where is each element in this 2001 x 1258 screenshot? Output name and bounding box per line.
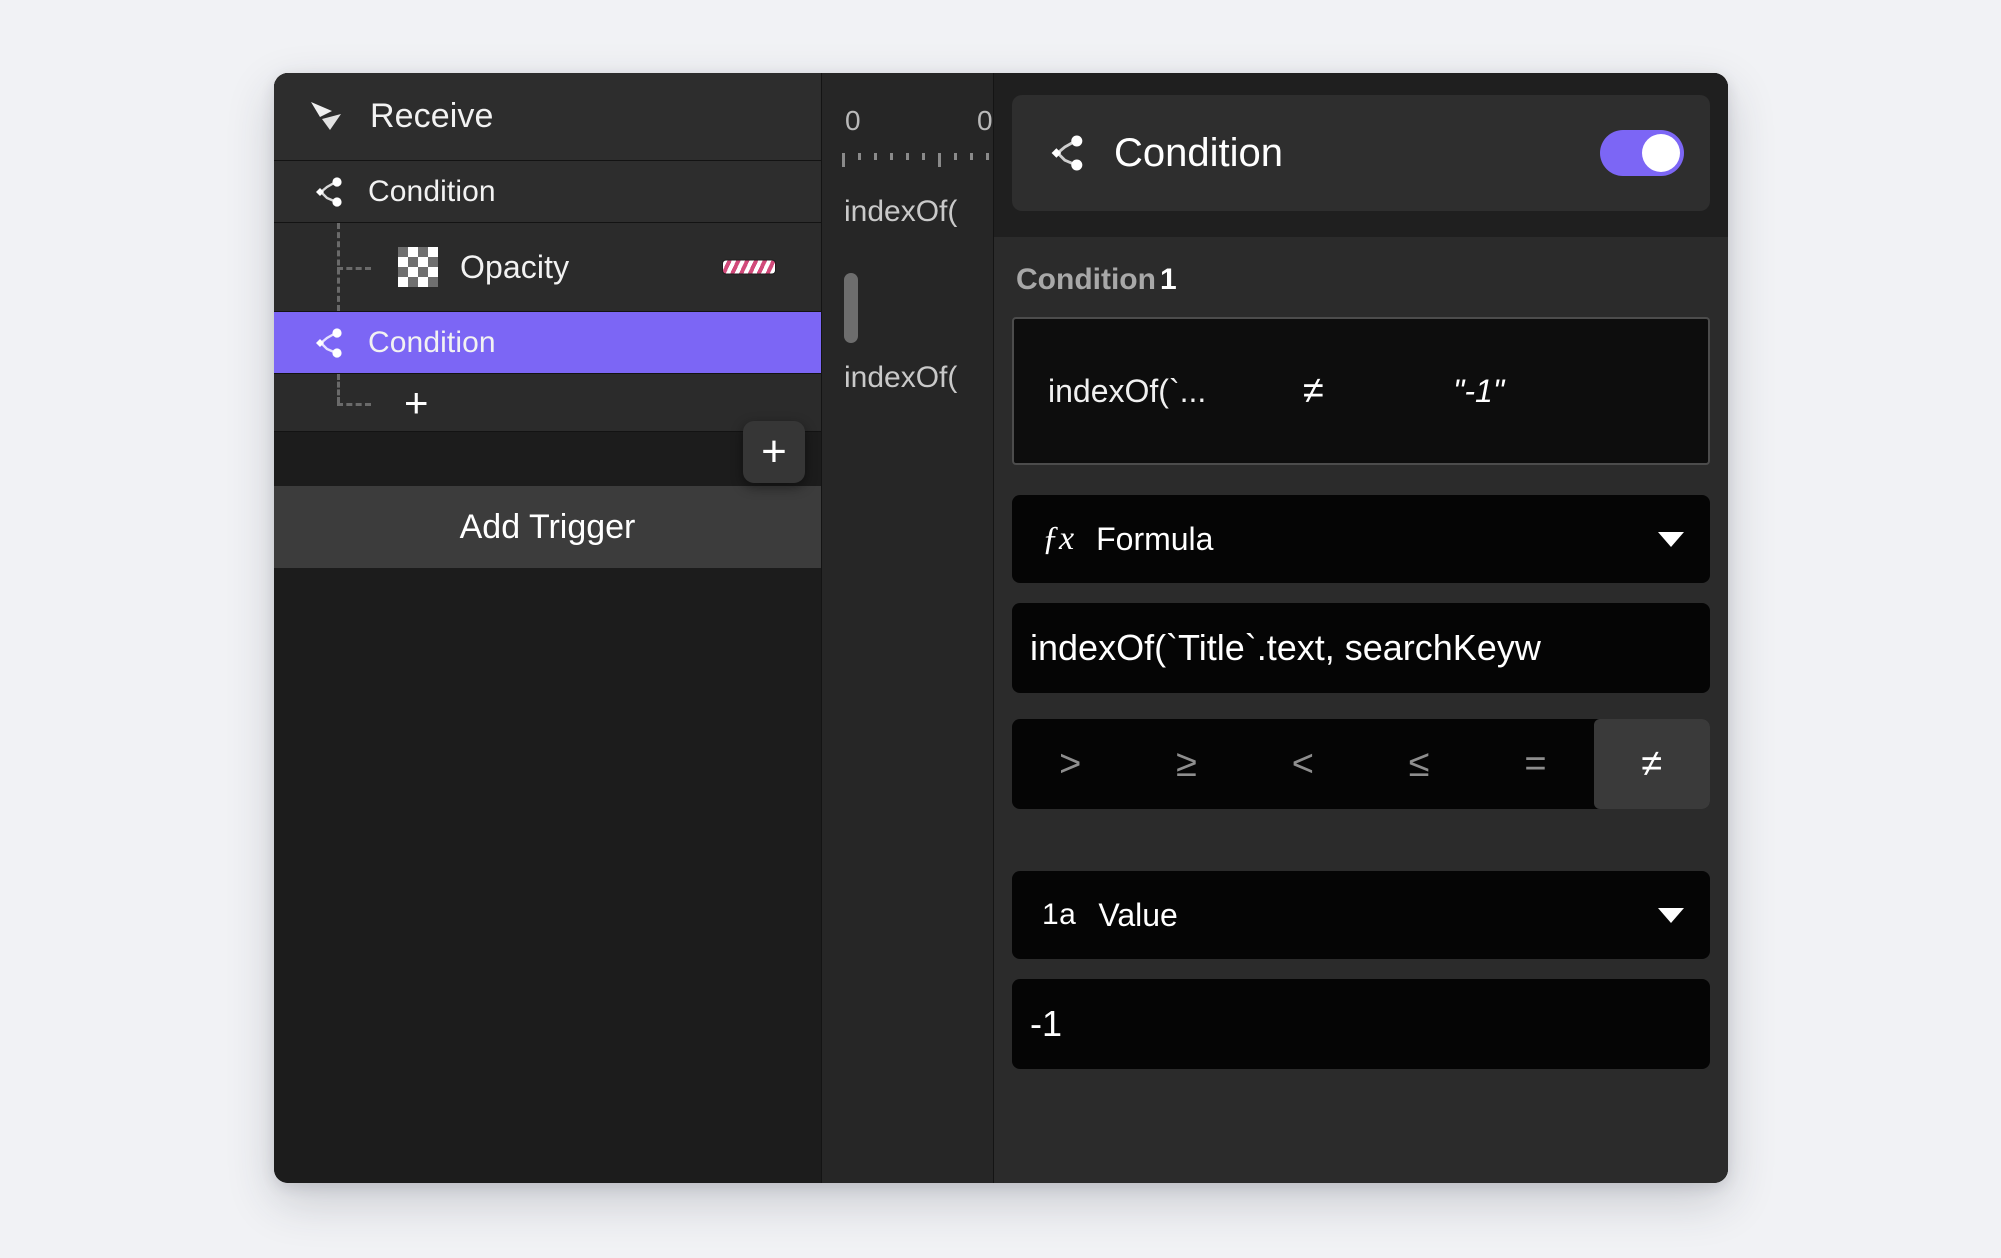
tree-row-label: Condition	[368, 175, 496, 209]
tree-row-label: Opacity	[460, 249, 569, 286]
timeline-clip-label-bottom: indexOf(	[844, 361, 957, 395]
condition-summary-right: "-1"	[1453, 373, 1674, 410]
operator-greater-than[interactable]: >	[1012, 719, 1128, 809]
tree-row-opacity[interactable]: Opacity	[274, 223, 821, 312]
chevron-down-icon	[1658, 532, 1684, 547]
operator-less-than[interactable]: <	[1245, 719, 1361, 809]
tree-spacer	[274, 432, 821, 486]
operator-not-equal[interactable]: ≠	[1594, 719, 1710, 809]
timeline-clip-label-top: indexOf(	[844, 195, 957, 229]
tree-row-add-child[interactable]: +	[274, 374, 821, 432]
tree-row-label: Condition	[368, 326, 496, 360]
receive-icon	[308, 97, 348, 137]
condition-summary-left: indexOf(`...	[1048, 373, 1303, 410]
inspector-header: Condition	[994, 73, 1728, 237]
condition-enable-toggle[interactable]	[1600, 130, 1684, 176]
value-type-select[interactable]: 1a Value	[1012, 871, 1710, 959]
operator-equal[interactable]: =	[1477, 719, 1593, 809]
fx-icon: ƒx	[1042, 520, 1074, 558]
source-type-label: Formula	[1096, 521, 1658, 558]
value-input[interactable]: -1	[1012, 979, 1710, 1069]
condition-card[interactable]: Condition	[1012, 95, 1710, 211]
tree-row-condition-1[interactable]: Condition	[274, 161, 821, 223]
formula-input[interactable]: indexOf(`Title`.text, searchKeyw	[1012, 603, 1710, 693]
condition-summary-box[interactable]: indexOf(`... ≠ "-1"	[1012, 317, 1710, 465]
add-trigger-label: Add Trigger	[460, 508, 636, 547]
keyframe-stripe-badge[interactable]	[723, 261, 775, 274]
condition-icon	[310, 328, 346, 358]
operator-greater-than-or-equal[interactable]: ≥	[1128, 719, 1244, 809]
trigger-tree-panel: Receive Condition Opacity	[274, 73, 821, 1183]
timeline-zero-left: 0	[845, 105, 861, 137]
inspector-body: Condition1 indexOf(`... ≠ "-1" ƒx Formul…	[994, 237, 1728, 1183]
timeline-keyframe-bar[interactable]	[844, 273, 858, 343]
chevron-down-icon	[1658, 908, 1684, 923]
tree-row-label: Receive	[370, 97, 494, 136]
source-type-select[interactable]: ƒx Formula	[1012, 495, 1710, 583]
operator-selector[interactable]: > ≥ < ≤ = ≠	[1012, 719, 1710, 809]
add-node-button[interactable]: +	[743, 421, 805, 483]
condition-summary-operator: ≠	[1303, 370, 1453, 413]
plus-icon: +	[761, 430, 787, 474]
value-type-icon: 1a	[1042, 898, 1076, 932]
condition-inspector-panel: Condition Condition1 indexOf(`... ≠ "-1"…	[993, 73, 1728, 1183]
tree-connector-line	[337, 223, 397, 311]
operator-less-than-or-equal[interactable]: ≤	[1361, 719, 1477, 809]
condition-index-number: 1	[1160, 263, 1177, 296]
condition-icon	[1044, 135, 1088, 171]
condition-index-label: Condition1	[1012, 237, 1710, 317]
tree-connector-corner	[337, 374, 397, 431]
value-type-label: Value	[1098, 897, 1658, 934]
app-window: Receive Condition Opacity	[274, 73, 1728, 1183]
timeline-ruler	[842, 153, 993, 169]
condition-index-prefix: Condition	[1016, 263, 1156, 296]
timeline-panel[interactable]: 0 0 indexOf( indexOf(	[821, 73, 993, 1183]
opacity-icon	[398, 247, 438, 287]
add-trigger-button[interactable]: Add Trigger	[274, 486, 821, 568]
plus-icon: +	[404, 382, 429, 424]
condition-card-title: Condition	[1114, 131, 1600, 176]
condition-icon	[310, 177, 346, 207]
tree-row-condition-2[interactable]: Condition	[274, 312, 821, 374]
timeline-zero-right: 0	[977, 105, 993, 137]
tree-row-receive[interactable]: Receive	[274, 73, 821, 161]
